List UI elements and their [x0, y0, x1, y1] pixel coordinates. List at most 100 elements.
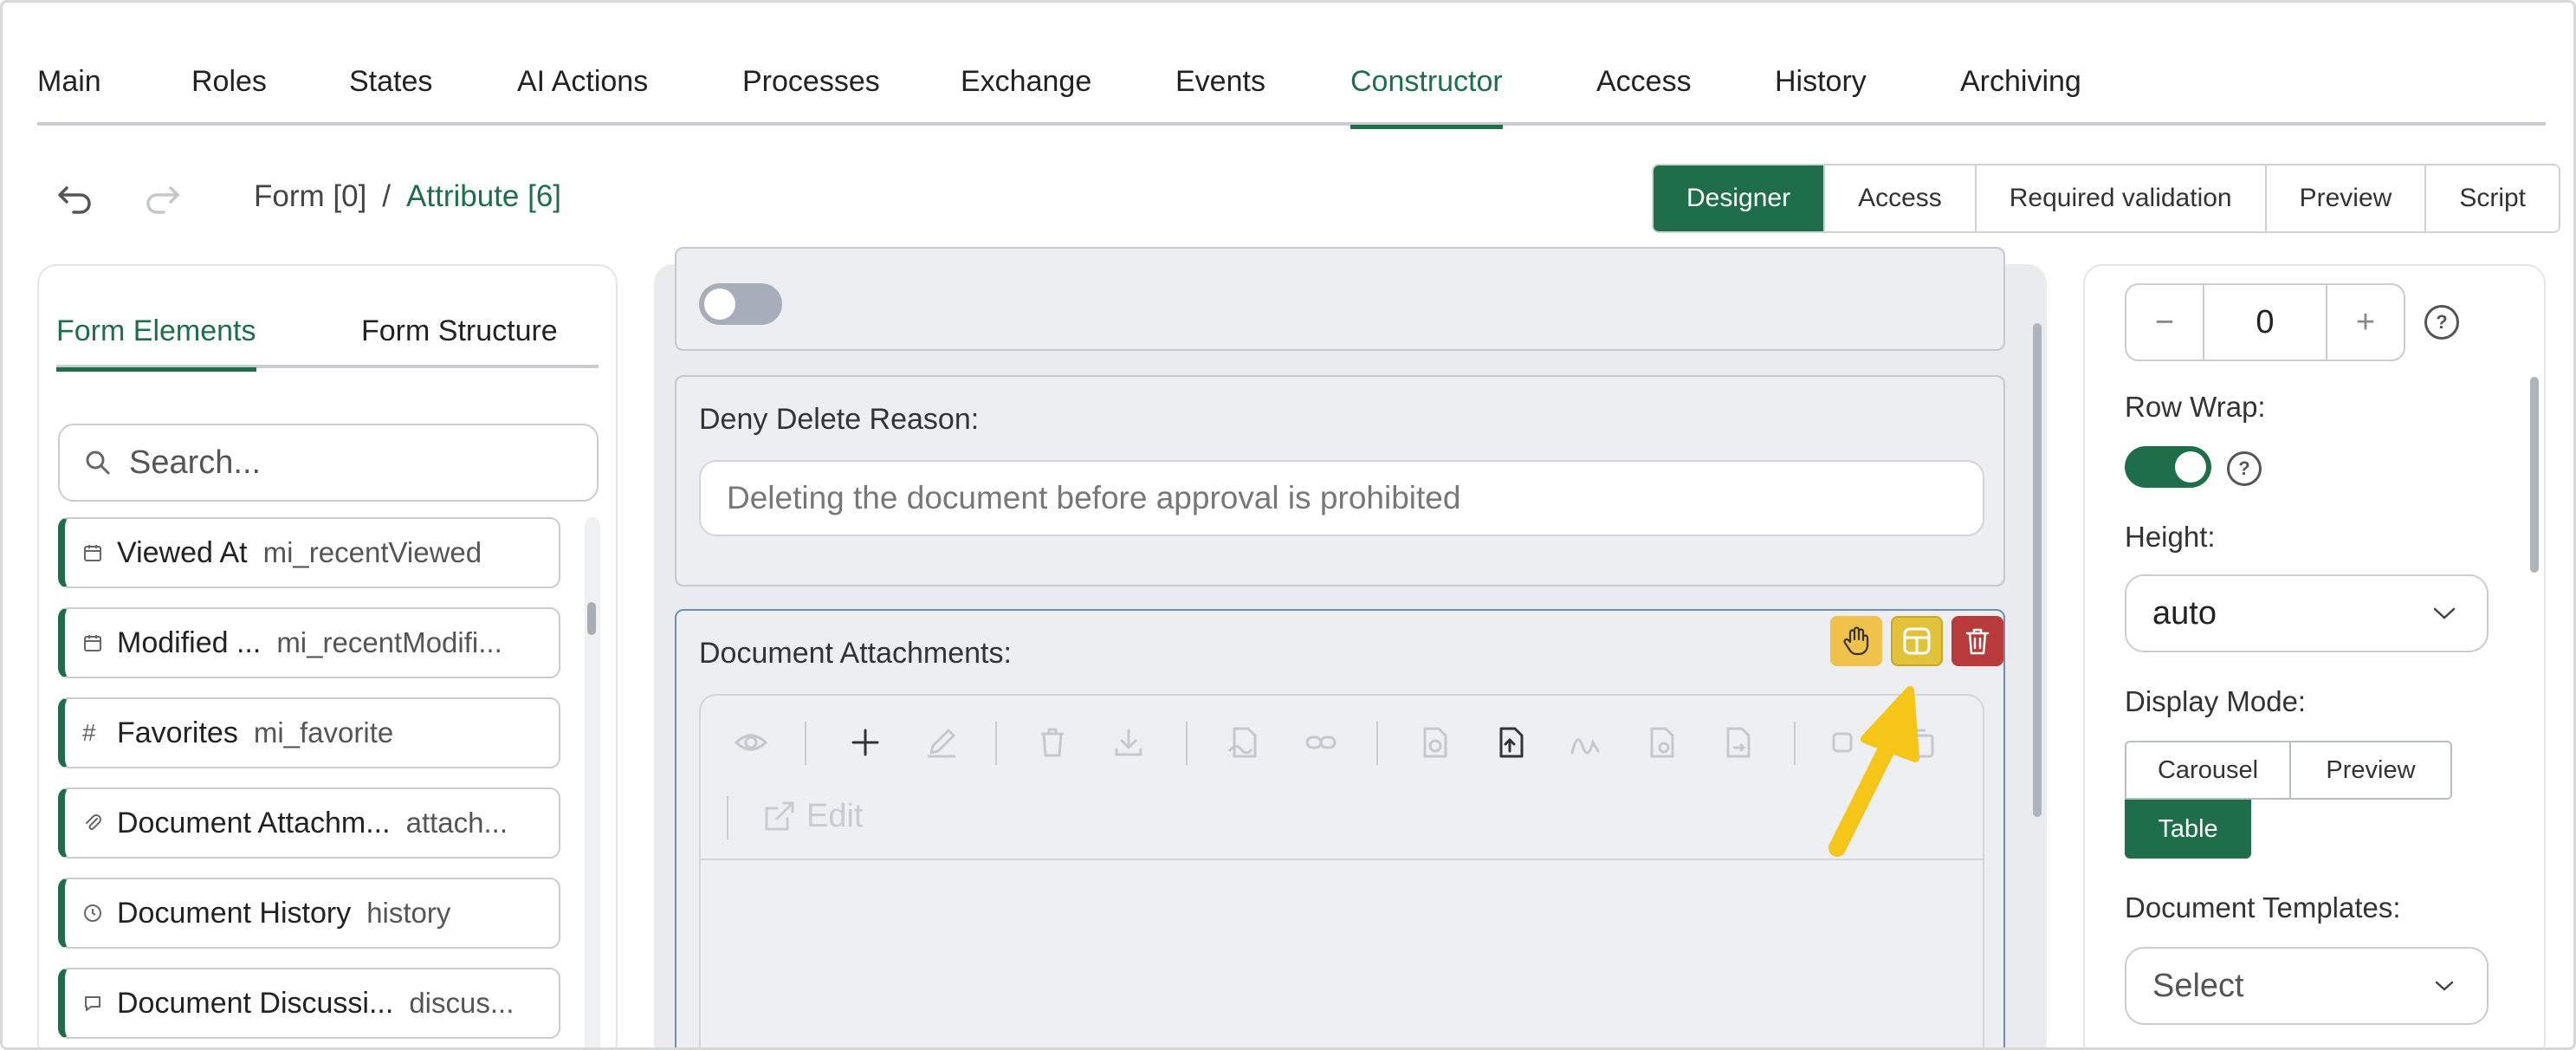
deny-delete-input[interactable]: Deleting the document before approval is…: [699, 460, 1984, 536]
layout-icon[interactable]: [1891, 616, 1943, 666]
card-actions: [1830, 616, 2003, 666]
breadcrumb-current: Attribute [6]: [406, 179, 562, 213]
height-label: Height:: [2125, 521, 2216, 553]
tab-events[interactable]: Events: [1175, 65, 1265, 126]
list-item[interactable]: Document Attachm... attach...: [58, 788, 560, 859]
tab-constructor[interactable]: Constructor: [1350, 65, 1503, 129]
height-select[interactable]: auto: [2125, 574, 2489, 652]
list-item-label: Viewed At: [117, 535, 248, 569]
left-scrollbar-thumb[interactable]: [587, 602, 596, 635]
table-mode-button[interactable]: Table: [2125, 800, 2251, 859]
row-wrap-toggle[interactable]: [2125, 446, 2211, 488]
preview-button[interactable]: Preview: [2266, 165, 2427, 231]
required-validation-button[interactable]: Required validation: [1976, 165, 2267, 231]
tab-history[interactable]: History: [1775, 65, 1867, 126]
list-item[interactable]: Modified ... mi_recentModifi...: [58, 607, 560, 678]
copy-icon[interactable]: [1901, 723, 1939, 762]
toolbar-separator: [727, 796, 728, 839]
tab-processes[interactable]: Processes: [742, 65, 880, 126]
upload-file-icon[interactable]: [1491, 723, 1529, 762]
list-item-label: Document Discussi...: [117, 986, 394, 1020]
toolbar-separator: [805, 722, 806, 765]
list-item[interactable]: Document Discussi... discus...: [58, 968, 560, 1039]
eye-icon[interactable]: [732, 723, 770, 762]
help-icon[interactable]: ?: [2424, 305, 2459, 340]
link-icon[interactable]: [1302, 723, 1340, 762]
image-file-icon[interactable]: [1414, 723, 1453, 762]
drag-hand-icon[interactable]: [1830, 616, 1882, 666]
paperclip-icon: [82, 813, 117, 833]
redo-icon[interactable]: [139, 176, 183, 219]
breadcrumb-root[interactable]: Form [0]: [254, 179, 366, 213]
breadcrumb-separator: /: [382, 179, 392, 213]
chevron-down-icon: [2431, 977, 2457, 995]
list-item[interactable]: Document History history: [58, 878, 560, 949]
increment-button[interactable]: +: [2327, 285, 2404, 360]
pencil-icon[interactable]: [922, 723, 961, 762]
attachments-widget: Edit: [699, 694, 1984, 1047]
external-edit-icon: [761, 800, 796, 834]
carousel-button[interactable]: Carousel: [2125, 741, 2291, 800]
hash-icon: #: [82, 719, 96, 746]
list-item-code: discus...: [409, 987, 515, 1019]
element-list: Viewed At mi_recentViewed Modified ... m…: [58, 517, 560, 1047]
document-templates-label: Document Templates:: [2125, 891, 2401, 924]
properties-scrollbar[interactable]: [2530, 377, 2539, 573]
stepper-value[interactable]: 0: [2203, 285, 2327, 360]
tab-roles[interactable]: Roles: [191, 65, 267, 126]
height-value: auto: [2152, 594, 2217, 632]
toolbar-separator: [1794, 722, 1796, 765]
field-toggle[interactable]: [699, 283, 782, 325]
help-icon[interactable]: ?: [2227, 451, 2262, 486]
toggle-field-card[interactable]: [675, 247, 2005, 351]
tab-exchange[interactable]: Exchange: [961, 65, 1091, 126]
tab-form-elements[interactable]: Form Elements: [56, 314, 256, 372]
search-input[interactable]: [129, 444, 562, 482]
left-scrollbar-track[interactable]: [585, 517, 600, 1047]
deny-delete-card[interactable]: Deny Delete Reason: Deleting the documen…: [675, 375, 2005, 587]
clock-icon: [82, 903, 117, 924]
document-templates-select[interactable]: Select: [2125, 947, 2489, 1025]
toolbar-separator: [1376, 722, 1378, 765]
trash-icon[interactable]: [1033, 723, 1071, 762]
list-item-code: history: [366, 897, 451, 929]
canvas-scrollbar[interactable]: [2033, 323, 2042, 817]
script-button[interactable]: Script: [2426, 165, 2559, 231]
tab-ai-actions[interactable]: AI Actions: [517, 65, 648, 126]
access-button[interactable]: Access: [1825, 165, 1977, 231]
quantity-stepper: − 0 +: [2125, 283, 2405, 361]
list-item-code: mi_recentModifi...: [276, 626, 502, 658]
edit-button[interactable]: Edit: [761, 798, 863, 835]
row-wrap-label: Row Wrap:: [2125, 391, 2266, 423]
preview-mode-button[interactable]: Preview: [2289, 741, 2452, 800]
copy-link-icon[interactable]: [1827, 723, 1865, 762]
edit-label: Edit: [806, 798, 864, 834]
tab-archiving[interactable]: Archiving: [1960, 65, 2081, 126]
trash-icon[interactable]: [1951, 616, 2003, 666]
top-tab-bar: Main Roles States AI Actions Processes E…: [37, 48, 2546, 129]
tab-main[interactable]: Main: [37, 65, 101, 126]
tab-form-structure[interactable]: Form Structure: [361, 314, 558, 368]
tab-states[interactable]: States: [349, 65, 432, 126]
toolbar-separator: [1186, 722, 1188, 765]
decrement-button[interactable]: −: [2126, 285, 2203, 360]
download-icon[interactable]: [1110, 723, 1148, 762]
list-item-code: mi_favorite: [253, 716, 394, 749]
list-item[interactable]: Viewed At mi_recentViewed: [58, 517, 560, 588]
chevron-down-icon: [2431, 605, 2457, 622]
form-canvas: Deny Delete Reason: Deleting the documen…: [654, 247, 2047, 1047]
designer-button[interactable]: Designer: [1654, 165, 1826, 231]
properties-panel: − 0 + ? Row Wrap: ? Height: auto Display…: [2083, 264, 2546, 1047]
file-export-icon[interactable]: [1718, 723, 1756, 762]
chat-icon: [82, 993, 117, 1014]
plus-icon[interactable]: [846, 723, 884, 762]
sign-document-icon[interactable]: [1224, 723, 1262, 762]
list-item[interactable]: # Favorites mi_favorite: [58, 697, 560, 768]
undo-icon[interactable]: [55, 176, 98, 219]
file-settings-icon[interactable]: [1641, 723, 1680, 762]
signature-icon[interactable]: [1567, 723, 1605, 762]
attachments-card[interactable]: Document Attachments: Edit: [675, 609, 2005, 1047]
mode-switch: Designer Access Required validation Prev…: [1652, 164, 2560, 233]
list-item-label: Document Attachm...: [117, 806, 391, 839]
tab-access[interactable]: Access: [1596, 65, 1692, 126]
